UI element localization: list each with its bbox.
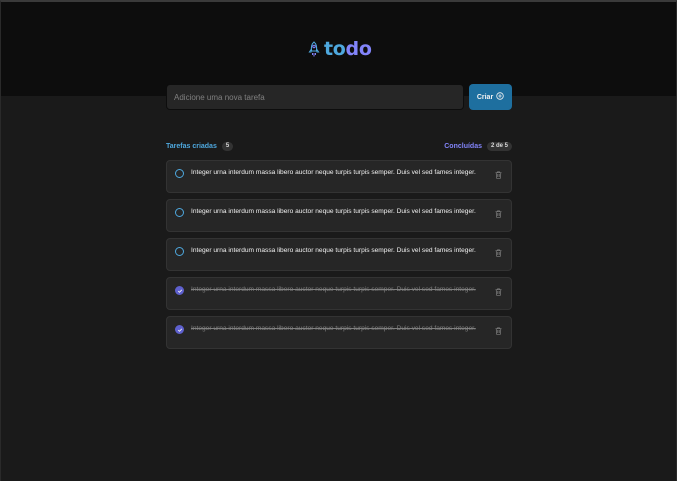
new-task-input[interactable] [166, 84, 464, 110]
task-item: Integer urna interdum massa libero aucto… [166, 199, 512, 232]
task-text: Integer urna interdum massa libero aucto… [191, 169, 476, 176]
trash-icon[interactable] [494, 209, 502, 218]
task-item-completed: Integer urna interdum massa libero aucto… [166, 277, 512, 310]
trash-icon[interactable] [494, 326, 502, 335]
done-label: Concluídas [444, 142, 482, 150]
app-window: todo Criar Tarefas criadas 5 Concluídas … [0, 0, 677, 481]
task-list: Integer urna interdum massa libero aucto… [166, 160, 512, 349]
header: todo [1, 2, 676, 96]
check-icon [177, 327, 182, 332]
created-label: Tarefas criadas [166, 142, 217, 150]
task-text: Integer urna interdum massa libero aucto… [191, 247, 476, 254]
create-button-label: Criar [476, 93, 494, 101]
check-icon [177, 288, 182, 293]
task-text: Integer urna interdum massa libero aucto… [191, 325, 476, 332]
created-stat: Tarefas criadas 5 [166, 141, 234, 151]
done-count-badge: 2 de 5 [486, 141, 512, 151]
trash-icon[interactable] [494, 287, 502, 296]
new-task-form: Criar [166, 84, 512, 110]
task-stats: Tarefas criadas 5 Concluídas 2 de 5 [166, 141, 512, 151]
task-text: Integer urna interdum massa libero aucto… [191, 286, 476, 293]
trash-icon[interactable] [494, 248, 502, 257]
rocket-icon [308, 40, 320, 58]
task-checkbox[interactable] [175, 247, 184, 256]
done-stat: Concluídas 2 de 5 [444, 141, 512, 151]
logo-text-do: do [345, 38, 372, 60]
created-count-badge: 5 [221, 141, 234, 151]
task-checkbox-checked[interactable] [175, 286, 184, 295]
plus-circle-icon [496, 92, 504, 102]
task-item: Integer urna interdum massa libero aucto… [166, 160, 512, 193]
task-checkbox[interactable] [175, 169, 184, 178]
logo: todo [308, 38, 372, 60]
logo-text-to: to [324, 38, 346, 60]
task-item: Integer urna interdum massa libero aucto… [166, 238, 512, 271]
logo-text: todo [324, 38, 372, 60]
trash-icon[interactable] [494, 170, 502, 179]
task-item-completed: Integer urna interdum massa libero aucto… [166, 316, 512, 349]
task-text: Integer urna interdum massa libero aucto… [191, 208, 476, 215]
task-checkbox[interactable] [175, 208, 184, 217]
create-button[interactable]: Criar [469, 84, 512, 110]
task-checkbox-checked[interactable] [175, 325, 184, 334]
